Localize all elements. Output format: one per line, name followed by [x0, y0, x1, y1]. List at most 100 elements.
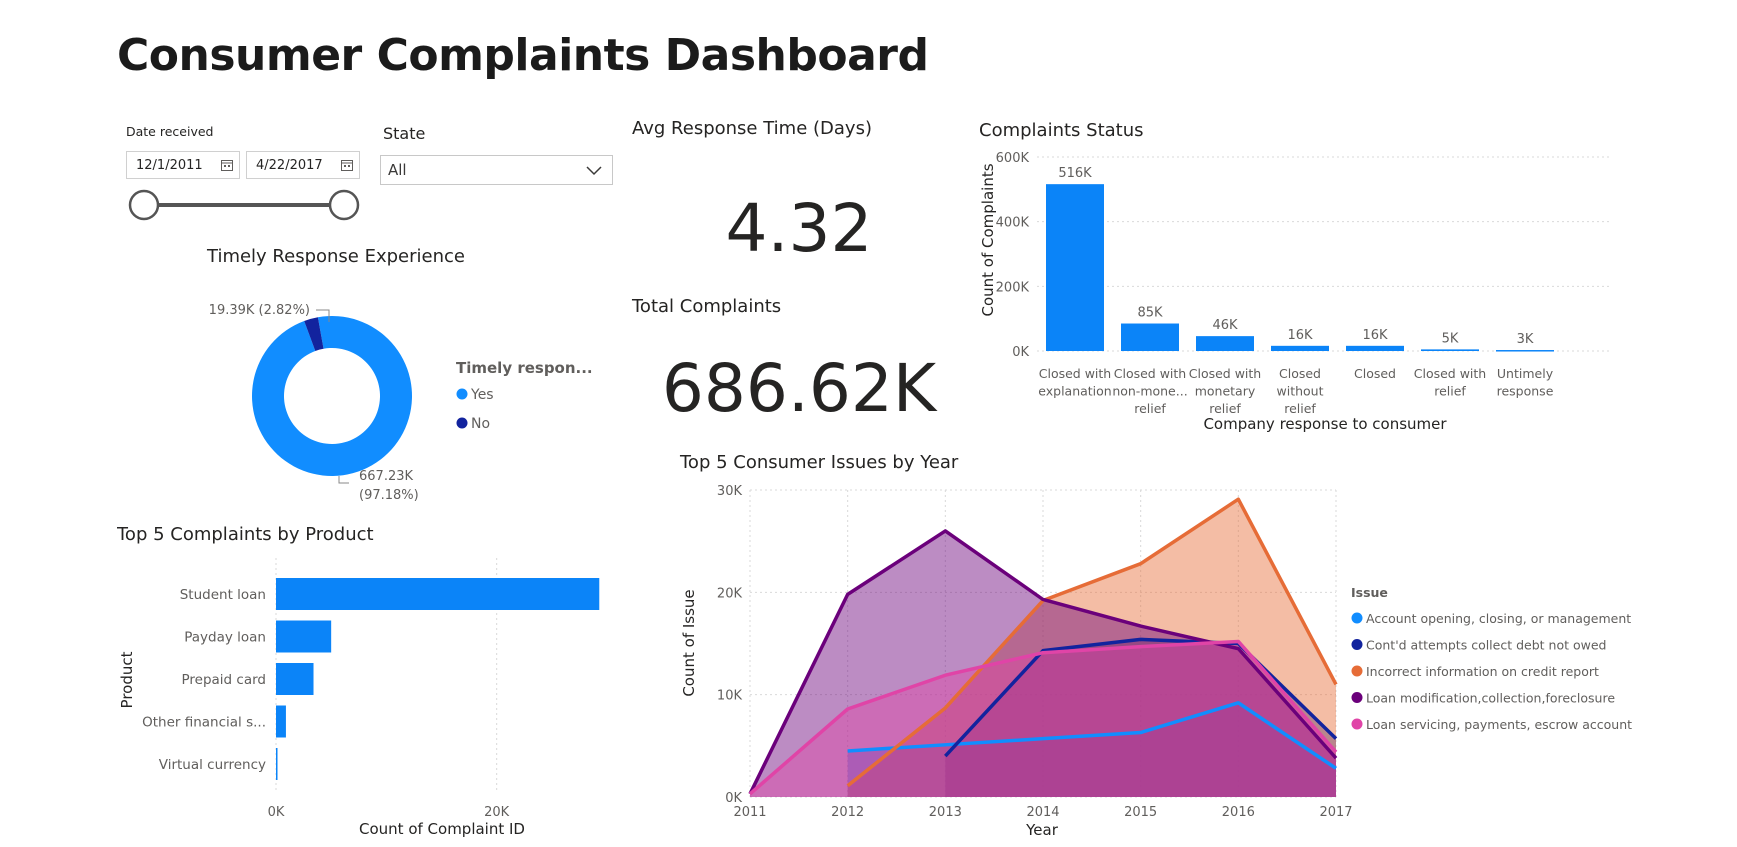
data-label: 16K: [1362, 328, 1388, 343]
x-tick-label: 2013: [929, 805, 962, 820]
bar: [1421, 349, 1479, 351]
x-tick-label: 2015: [1124, 805, 1157, 820]
legend-item: Incorrect information on credit report: [1366, 664, 1599, 679]
y-tick-label: 30K: [717, 484, 743, 499]
consumer-issues-chart: Top 5 Consumer Issues by Year 0K 10K 20K 30…: [679, 452, 1632, 839]
page-title: Consumer Complaints Dashboard: [117, 30, 929, 81]
date-range-slider[interactable]: [126, 188, 366, 224]
x-tick-label: Closed with: [1039, 366, 1111, 381]
donut-slice-yes: [252, 316, 413, 476]
legend-item: Loan modification,collection,foreclosure: [1366, 691, 1615, 706]
data-label: 46K: [1212, 318, 1238, 333]
y-tick-label: 20K: [717, 586, 743, 601]
bar: [1346, 345, 1404, 351]
state-filter-label: State: [383, 124, 426, 143]
complaints-status-chart: Complaints Status 0K 200K 400K 600K 516K 85K…: [979, 120, 1611, 433]
legend-marker: [1351, 639, 1363, 650]
y-tick-label: Payday loan: [184, 630, 266, 646]
slider-start-handle[interactable]: [128, 189, 160, 221]
y-tick-label: 0K: [725, 791, 742, 806]
legend-title: Timely respon...: [456, 359, 593, 377]
x-tick-label: Closed with: [1414, 366, 1486, 381]
bar: [1196, 336, 1254, 351]
x-tick-label: relief: [1209, 401, 1241, 416]
x-tick-label: Closed with: [1114, 366, 1186, 381]
y-tick-label: Student loan: [180, 587, 266, 603]
x-tick-label: 2014: [1026, 805, 1059, 820]
x-tick-label: 2012: [831, 805, 864, 820]
legend-marker: [1351, 718, 1363, 730]
x-axis-label: Company response to consumer: [1203, 415, 1447, 433]
y-tick-label: 0K: [1012, 345, 1029, 360]
x-tick-label: Closed: [1279, 366, 1321, 381]
y-tick-label: 10K: [717, 689, 743, 704]
legend-item: Cont'd attempts collect debt not owed: [1366, 638, 1606, 653]
legend-marker: [1351, 612, 1363, 624]
data-label: 19.39K (2.82%): [209, 303, 310, 318]
end-date-input[interactable]: 4/22/2017: [246, 151, 360, 179]
x-tick-label: relief: [1284, 401, 1316, 416]
legend-item: No: [471, 416, 490, 432]
data-label: 85K: [1137, 306, 1163, 321]
end-date-value: 4/22/2017: [256, 158, 323, 173]
y-tick-label: 400K: [996, 216, 1030, 231]
avg-response-title: Avg Response Time (Days): [632, 118, 872, 139]
bar: [276, 748, 278, 780]
x-tick-label: explanation: [1038, 384, 1111, 399]
bar: [1496, 350, 1554, 352]
date-filter-label: Date received: [126, 124, 214, 139]
legend-marker: [456, 388, 468, 400]
y-tick-label: Prepaid card: [182, 672, 267, 688]
bar: [276, 705, 286, 738]
chart-title: Timely Response Experience: [206, 246, 465, 267]
legend-marker: [1351, 692, 1363, 703]
x-tick-label: response: [1497, 384, 1554, 399]
state-dropdown[interactable]: All: [380, 155, 613, 185]
x-tick-label: 2016: [1222, 805, 1255, 820]
x-tick-label: without: [1277, 384, 1324, 399]
bar: [276, 578, 600, 610]
avg-response-value: 4.32: [725, 190, 873, 267]
legend-marker: [1351, 665, 1363, 677]
chart-title: Complaints Status: [979, 120, 1144, 141]
calendar-icon[interactable]: [221, 159, 233, 171]
product-complaints-chart: Top 5 Complaints by Product 0K 20K Studen…: [117, 524, 600, 838]
y-axis-label: Count of Complaints: [979, 163, 997, 316]
x-tick-label: relief: [1434, 384, 1466, 399]
bar: [1046, 184, 1104, 351]
chevron-down-icon: [586, 166, 602, 176]
state-selected-value: All: [388, 161, 407, 179]
x-tick-label: non-mone...: [1112, 384, 1187, 399]
total-complaints-value: 686.62K: [661, 350, 937, 427]
x-tick-label: 20K: [484, 805, 510, 820]
timely-response-chart: Timely Response Experience 19.39K (2.82%…: [206, 246, 593, 503]
legend-item: Yes: [470, 387, 494, 403]
chart-title: Top 5 Complaints by Product: [117, 524, 374, 545]
x-axis-label: Count of Complaint ID: [359, 820, 525, 838]
start-date-input[interactable]: 12/1/2011: [126, 151, 240, 179]
bar: [276, 663, 314, 695]
y-tick-label: Other financial s...: [142, 715, 266, 731]
y-axis-label: Product: [118, 651, 136, 708]
legend-title: Issue: [1351, 585, 1388, 600]
x-axis-label: Year: [1025, 821, 1059, 839]
x-tick-label: 0K: [268, 805, 285, 820]
data-label: 3K: [1517, 332, 1534, 347]
start-date-value: 12/1/2011: [136, 158, 203, 173]
total-complaints-title: Total Complaints: [632, 296, 782, 317]
slider-end-handle[interactable]: [328, 189, 360, 221]
x-tick-label: Untimely: [1497, 366, 1554, 381]
y-tick-label: 200K: [996, 280, 1030, 295]
chart-title: Top 5 Consumer Issues by Year: [679, 452, 959, 473]
x-tick-label: Closed: [1354, 366, 1396, 381]
data-label: 667.23K: [359, 469, 413, 484]
calendar-icon[interactable]: [341, 159, 353, 171]
bar: [1121, 323, 1179, 351]
legend-item: Account opening, closing, or management: [1366, 611, 1631, 626]
y-axis-label: Count of Issue: [680, 589, 698, 696]
bar: [276, 620, 332, 653]
data-label: (97.18%): [359, 488, 419, 503]
x-tick-label: relief: [1134, 401, 1166, 416]
data-label: 16K: [1287, 328, 1313, 343]
data-label: 5K: [1442, 331, 1459, 346]
